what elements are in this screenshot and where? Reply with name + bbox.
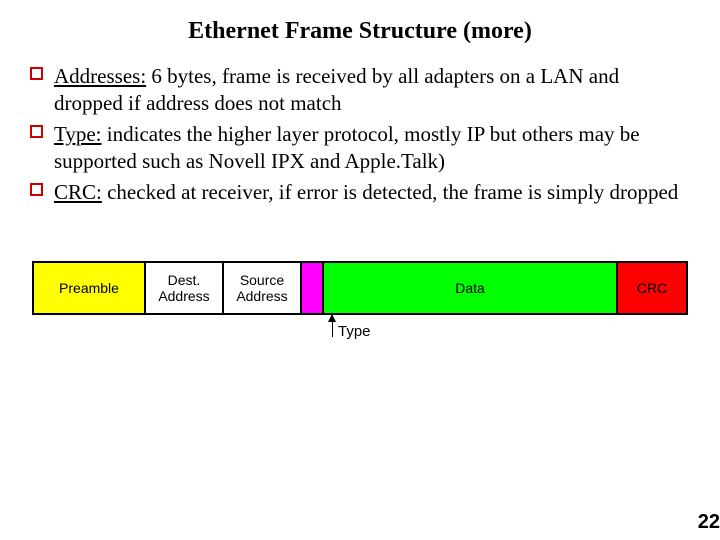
- list-item: CRC: checked at receiver, if error is de…: [28, 179, 692, 206]
- list-item: Type: indicates the higher layer protoco…: [28, 121, 692, 175]
- arrow-up-icon: [332, 315, 333, 337]
- list-item: Addresses: 6 bytes, frame is received by…: [28, 63, 692, 117]
- bullet-text: checked at receiver, if error is detecte…: [102, 180, 678, 204]
- cell-source-address: SourceAddress: [224, 263, 302, 313]
- cell-crc: CRC: [618, 263, 686, 313]
- cell-dest-address: Dest.Address: [146, 263, 224, 313]
- bullet-term: Type:: [54, 122, 102, 146]
- cell-data: Data: [324, 263, 618, 313]
- bullet-list: Addresses: 6 bytes, frame is received by…: [24, 63, 696, 205]
- cell-type: [302, 263, 324, 313]
- bullet-square-icon: [30, 67, 43, 80]
- type-pointer: Type: [32, 315, 688, 355]
- bullet-term: Addresses:: [54, 64, 146, 88]
- cell-preamble: Preamble: [34, 263, 146, 313]
- frame-row: Preamble Dest.Address SourceAddress Data…: [32, 261, 688, 315]
- page-number: 22: [698, 511, 720, 534]
- bullet-square-icon: [30, 183, 43, 196]
- bullet-term: CRC:: [54, 180, 102, 204]
- bullet-square-icon: [30, 125, 43, 138]
- frame-diagram: Preamble Dest.Address SourceAddress Data…: [24, 261, 696, 355]
- slide-title: Ethernet Frame Structure (more): [24, 18, 696, 45]
- type-label: Type: [338, 323, 371, 340]
- bullet-text: indicates the higher layer protocol, mos…: [54, 122, 640, 173]
